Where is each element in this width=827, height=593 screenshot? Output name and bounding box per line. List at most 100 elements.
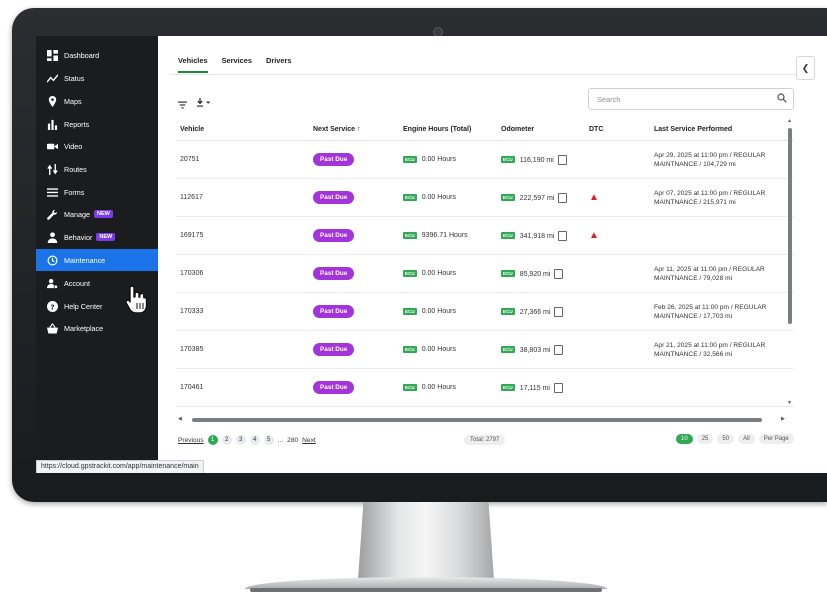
search-icon[interactable] [777,90,787,108]
page-number[interactable]: 3 [235,435,246,445]
warning-icon[interactable]: ▲ [589,230,599,241]
last-service-line: Apr 11, 2025 at 11:00 pm / REGULAR [654,265,765,273]
next-service-cell: Past Due [309,330,399,369]
ecu-badge: ECU [501,270,515,277]
per-page-option[interactable]: All [738,434,755,444]
past-due-badge: Past Due [313,153,355,166]
sidebar-item-maintenance[interactable]: Maintenance [36,249,158,271]
sidebar-item-status[interactable]: Status [36,67,158,89]
table-row[interactable]: 170333 Past Due ECU 0.00 Hours ECU 27,366 mi F… [176,292,794,331]
column-header-last-service[interactable]: Last Service Performed [650,118,794,141]
vehicle-cell[interactable]: 170333 [176,292,309,331]
table-row[interactable]: 170306 Past Due ECU 0.00 Hours ECU 85,920 mi A… [176,254,794,293]
tab-bar: Vehicles Services Drivers [178,56,292,73]
sidebar-item-reports[interactable]: Reports [36,113,158,135]
monitor-stand [358,502,494,580]
table-row[interactable]: 112617 Past Due ECU 0.00 Hours ECU 222,597 mi… [176,178,794,217]
page-number[interactable]: 5 [263,435,274,445]
table-row[interactable]: 169175 Past Due ECU 9396.71 Hours ECU 341,918… [176,216,794,255]
copy-icon[interactable] [557,154,567,165]
table-row[interactable]: 170385 Past Due ECU 0.00 Hours ECU 38,803 mi A… [176,330,794,369]
table-header-row: Vehicle Next Service ↑ Engine Hours (Tot… [176,118,794,141]
copy-icon[interactable] [558,230,568,241]
collapse-panel-button[interactable]: ❮ [796,56,815,80]
engine-hours-cell: ECU 0.00 Hours [399,330,497,369]
vehicle-cell[interactable]: 170306 [176,254,309,293]
sidebar-item-label: Manage [64,209,90,219]
last-service-line: MAINTNANCE / 17,703 mi [654,312,733,320]
vehicle-cell[interactable]: 170385 [176,330,309,369]
odometer-value: 27,366 mi [519,308,551,316]
tab-services[interactable]: Services [222,56,252,73]
sidebar-item-dashboard[interactable]: Dashboard [36,44,158,66]
odometer-cell: ECU 85,920 mi [497,254,585,293]
next-service-cell: Past Due [309,368,399,407]
per-page-option[interactable]: 50 [717,434,735,444]
vehicle-cell[interactable]: 170461 [176,368,309,407]
wrench-icon [46,209,58,220]
search-input[interactable] [595,93,749,105]
column-header-engine-hours[interactable]: Engine Hours (Total) [399,118,497,141]
page-number[interactable]: 280 [287,437,298,444]
ecu-badge: ECU [501,156,515,163]
search-box[interactable] [588,88,794,110]
sidebar-item-maps[interactable]: Maps [36,90,158,112]
odometer-value: 116,190 mi [519,156,554,164]
vehicle-cell[interactable]: 20751 [176,140,309,179]
column-header-odometer[interactable]: Odometer [497,118,585,141]
ecu-badge: ECU [403,193,417,201]
page-number[interactable]: 1 [207,435,218,445]
sidebar-item-behavior[interactable]: Behavior NEW [36,226,158,248]
next-service-cell: Past Due [309,178,399,217]
copy-icon[interactable] [558,192,568,203]
column-header-dtc[interactable]: DTC [585,118,650,141]
copy-icon[interactable] [553,382,563,393]
per-page-option[interactable]: 25 [696,434,714,444]
vertical-scroll-thumb[interactable] [788,128,792,324]
status-bar-url: https://cloud.gpstrackit.com/app/mainten… [36,460,204,473]
column-header-vehicle[interactable]: Vehicle [176,118,309,141]
dashboard-icon [46,49,58,61]
page-number[interactable]: 2 [221,435,232,445]
per-page-selector: 10 25 50 All Per Page [676,434,794,444]
forms-icon [46,187,58,198]
per-page-option[interactable]: 10 [676,434,693,444]
warning-icon[interactable]: ▲ [589,192,599,203]
last-service-cell: Apr 21, 2025 at 11:00 pm / REGULAR MAINTN… [650,330,794,369]
copy-icon[interactable] [554,268,564,279]
column-header-next-service[interactable]: Next Service ↑ [309,118,399,141]
download-icon[interactable] [196,95,212,113]
odometer-value: 341,918 mi [519,232,555,240]
sidebar-item-manage[interactable]: Manage NEW [36,203,158,225]
past-due-badge: Past Due [313,229,355,242]
maintenance-icon [46,255,58,266]
sidebar-item-forms[interactable]: Forms [36,181,158,203]
vertical-scrollbar[interactable]: ▲ ▼ [787,118,793,408]
previous-page-link[interactable]: Previous [178,437,204,444]
horizontal-scrollbar[interactable]: ◀ ▶ [178,416,788,424]
table-row[interactable]: 20751 Past Due ECU 0.00 Hours ECU 116,190 mi A… [176,140,794,179]
sidebar-item-video[interactable]: Video [36,135,158,157]
sidebar-item-label: Forms [64,187,85,197]
tab-vehicles[interactable]: Vehicles [178,56,208,73]
next-page-link[interactable]: Next [302,437,316,444]
monitor-base-shadow [250,588,602,592]
copy-icon[interactable] [554,306,564,317]
copy-icon[interactable] [554,344,564,355]
vehicles-table: Vehicle Next Service ↑ Engine Hours (Tot… [176,118,794,407]
table-row[interactable]: 170461 Past Due ECU 0.00 Hours ECU 17,115 mi [176,368,794,407]
engine-hours-value: 0.00 Hours [421,384,456,391]
filter-icon[interactable] [178,96,187,114]
ecu-badge: ECU [501,384,515,391]
ecu-badge: ECU [403,231,417,239]
sidebar-item-label: Marketplace [64,323,104,333]
vehicle-cell[interactable]: 112617 [176,178,309,217]
page-number[interactable]: 4 [249,435,260,445]
engine-hours-value: 0.00 Hours [421,156,456,163]
sidebar-item-marketplace[interactable]: Marketplace [36,317,158,339]
vehicle-cell[interactable]: 169175 [176,216,309,255]
sidebar-item-routes[interactable]: Routes [36,158,158,180]
sidebar-item-label: Help Center [64,301,103,311]
tab-drivers[interactable]: Drivers [266,56,291,73]
horizontal-scroll-thumb[interactable] [192,418,762,422]
